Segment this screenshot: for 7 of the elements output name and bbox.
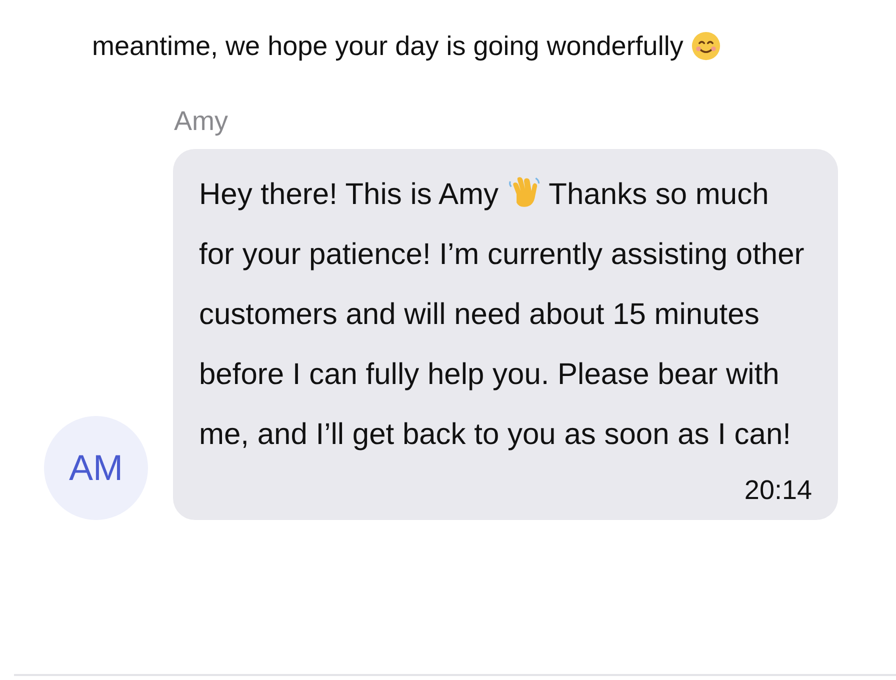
sender-name: Amy xyxy=(174,106,229,137)
message-time: 20:14 xyxy=(743,475,812,506)
message-text: meantime, we hope your day is going wonderfully xyxy=(92,30,684,62)
avatar: AM xyxy=(44,416,148,520)
waving-hand-icon xyxy=(506,175,541,209)
smiling-face-icon xyxy=(691,31,722,61)
message-text: Hey there! This is Amy Thanks so much for your patience! I’m currently assisting other customers and will need about 15 minutes before I can fully help you. Please bear with me, and I’ll get back to you as soon as I can! xyxy=(199,165,812,465)
